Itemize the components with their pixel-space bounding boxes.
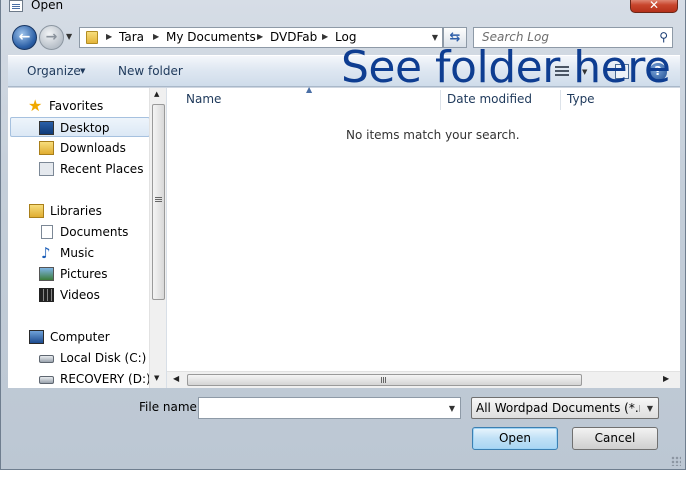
nav-item-label: Music [60,246,95,260]
nav-item-videos[interactable]: Videos [8,285,149,305]
column-header-type[interactable]: Type [567,92,595,106]
chevron-down-icon[interactable]: ▼ [80,67,85,75]
cancel-button[interactable]: Cancel [572,427,658,450]
nav-item-label: RECOVERY (D:) [60,372,151,386]
chevron-down-icon[interactable]: ▼ [432,33,438,42]
nav-item-label: Pictures [60,267,108,281]
drive-icon [39,376,54,384]
nav-item-label: Documents [60,225,129,239]
breadcrumb-tara[interactable]: Tara [119,30,144,44]
grip-icon [155,197,162,198]
nav-item-downloads[interactable]: Downloads [8,138,149,158]
nav-item-pictures[interactable]: Pictures [8,264,149,284]
scroll-down-icon[interactable]: ▼ [154,374,159,382]
nav-item-music[interactable]: ♪ Music [8,243,149,263]
empty-message: No items match your search. [346,128,520,142]
scroll-thumb[interactable] [187,374,582,386]
forward-button[interactable]: → [39,25,64,50]
pictures-icon [39,267,54,281]
file-type-select[interactable]: All Wordpad Documents (*.rtf, * ▼ [471,397,659,419]
drive-icon [39,355,54,363]
nav-item-desktop[interactable]: Desktop [10,117,150,137]
close-button[interactable]: ✕ [630,0,678,13]
column-divider[interactable] [560,90,561,110]
nav-item-label: Downloads [60,141,126,155]
arrow-right-icon: → [45,29,58,45]
breadcrumb-dvdfab[interactable]: DVDFab [270,30,317,44]
folder-icon [86,31,98,44]
recent-places-icon [39,162,54,176]
window-title: Open [31,0,64,12]
nav-item-label: Desktop [60,121,110,135]
chevron-down-icon[interactable]: ▼ [647,404,653,413]
column-divider[interactable] [440,90,441,110]
resize-grip[interactable] [671,456,681,466]
nav-scrollbar[interactable]: ▲ ▼ [149,88,166,388]
downloads-icon [39,141,54,155]
videos-icon [39,288,54,302]
computer-icon [29,330,44,344]
new-folder-button[interactable]: New folder [118,64,183,78]
star-icon: ★ [28,96,43,115]
nav-item-label: Videos [60,288,100,302]
annotation-text: See folder here [341,42,671,93]
title-bar[interactable]: Open ✕ [1,0,686,18]
organize-button[interactable]: Organize [27,64,81,78]
chevron-right-icon[interactable]: ▶ [322,32,328,41]
horizontal-scrollbar[interactable]: ◀ ▶ [167,371,680,388]
file-name-field[interactable]: ▼ [198,397,461,419]
document-icon [9,0,23,12]
nav-favorites[interactable]: ★ Favorites [8,96,149,116]
chevron-right-icon[interactable]: ▶ [257,32,263,41]
arrow-left-icon: ← [18,29,31,45]
back-button[interactable]: ← [12,25,37,50]
column-header-date-modified[interactable]: Date modified [447,92,532,106]
documents-icon [41,225,53,239]
scroll-up-icon[interactable]: ▲ [154,90,159,98]
nav-favorites-label: Favorites [49,99,104,113]
sort-ascending-icon: ▲ [306,85,313,94]
libraries-icon [29,204,44,218]
nav-item-recovery[interactable]: RECOVERY (D:) [8,369,151,389]
nav-computer[interactable]: Computer [8,327,149,347]
column-header-name[interactable]: Name [186,92,221,106]
music-icon: ♪ [41,244,51,262]
nav-libraries[interactable]: Libraries [8,201,149,221]
grip-icon [381,377,382,383]
nav-item-label: Recent Places [60,162,144,176]
breadcrumb-my-documents[interactable]: My Documents [166,30,256,44]
scroll-thumb[interactable] [152,104,165,300]
nav-computer-label: Computer [50,330,110,344]
chevron-down-icon[interactable]: ▼ [449,404,455,413]
file-list: ▲ Name Date modified Type No items match… [167,85,680,371]
file-type-value: All Wordpad Documents (*.rtf, * [476,401,640,415]
chevron-right-icon[interactable]: ▶ [153,32,159,41]
scroll-right-icon[interactable]: ▶ [663,374,669,383]
scroll-left-icon[interactable]: ◀ [173,374,179,383]
navigation-pane: ★ Favorites Desktop Downloads Recent Pla… [8,88,167,388]
nav-item-label: Local Disk (C:) [60,351,147,365]
desktop-icon [39,121,54,135]
nav-item-documents[interactable]: Documents [8,222,149,242]
file-name-label: File name: [139,400,201,414]
chevron-right-icon[interactable]: ▶ [106,32,112,41]
open-button[interactable]: Open [472,427,558,450]
nav-libraries-label: Libraries [50,204,102,218]
nav-item-local-disk[interactable]: Local Disk (C:) [8,348,149,368]
nav-item-recent-places[interactable]: Recent Places [8,159,149,179]
recent-pages-dropdown[interactable]: ▼ [66,32,72,41]
